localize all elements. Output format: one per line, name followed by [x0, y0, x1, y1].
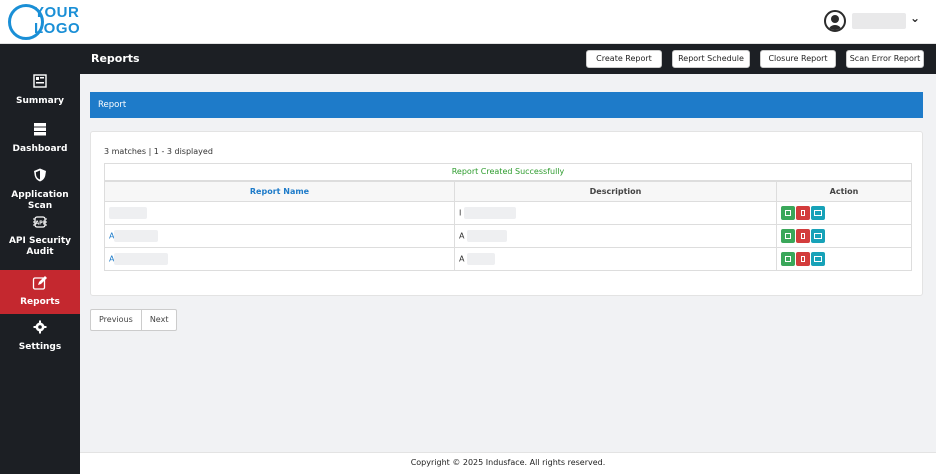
edit-icon[interactable]: [781, 252, 795, 266]
sidebar-item-reports[interactable]: Reports: [0, 270, 80, 314]
redacted-text: [467, 253, 496, 265]
sidebar-item-label: Application Scan: [11, 190, 69, 211]
footer-copyright: Copyright © 2025 Indusface. All rights r…: [80, 452, 936, 474]
page-title: Reports: [91, 52, 140, 65]
redacted-text: [114, 230, 159, 242]
results-count: 3 matches | 1 - 3 displayed: [104, 147, 213, 156]
user-avatar-icon[interactable]: [824, 10, 846, 32]
description-text: I: [459, 208, 462, 218]
sidebar-item-label: API Security Audit: [8, 236, 72, 257]
redacted-text: [114, 253, 169, 265]
reports-table: Report Name Description Action I A A A A: [104, 181, 912, 271]
description-cell: I: [454, 201, 777, 225]
top-bar: YOUR LOGO ⌄: [0, 0, 936, 44]
redacted-text: [463, 207, 516, 219]
description-text: A: [459, 254, 465, 264]
api-icon: API: [0, 214, 80, 232]
sidebar-item-settings[interactable]: Settings: [0, 320, 80, 360]
sidebar-item-application-scan[interactable]: Application Scan: [0, 168, 80, 211]
edit-icon[interactable]: [781, 229, 795, 243]
description-cell: A: [454, 224, 777, 248]
column-header-action: Action: [776, 181, 912, 202]
sidebar-item-label: Summary: [15, 96, 65, 106]
view-icon[interactable]: [811, 252, 825, 266]
sidebar: Summary Dashboard Application Scan API A…: [0, 44, 80, 474]
chevron-down-icon[interactable]: ⌄: [910, 11, 920, 25]
report-name-cell[interactable]: A: [104, 247, 455, 271]
redacted-text: [109, 207, 147, 219]
pagination: Previous Next: [90, 309, 178, 331]
action-cell: [776, 201, 912, 225]
user-name-redacted: [852, 13, 906, 29]
create-report-button[interactable]: Create Report: [586, 50, 662, 68]
column-header-report-name[interactable]: Report Name: [104, 181, 455, 202]
table-row: A A: [104, 247, 912, 271]
description-cell: A: [454, 247, 777, 271]
logo-text: YOUR LOGO: [34, 4, 81, 37]
logo[interactable]: YOUR LOGO: [8, 4, 108, 40]
column-header-description: Description: [454, 181, 777, 202]
next-page-button[interactable]: Next: [140, 310, 177, 330]
sidebar-item-label: Settings: [18, 342, 62, 352]
trash-icon[interactable]: [796, 206, 810, 220]
dashboard-icon: [0, 122, 80, 140]
action-cell: [776, 224, 912, 248]
view-icon[interactable]: [811, 229, 825, 243]
summary-icon: [0, 74, 80, 92]
report-schedule-button[interactable]: Report Schedule: [672, 50, 750, 68]
shield-icon: [0, 168, 80, 186]
closure-report-button[interactable]: Closure Report: [760, 50, 836, 68]
sidebar-item-api-security-audit[interactable]: API API Security Audit: [0, 214, 80, 262]
report-name-cell[interactable]: A: [104, 224, 455, 248]
user-menu[interactable]: ⌄: [824, 10, 924, 34]
sidebar-item-label: Reports: [20, 297, 60, 307]
gear-icon: [0, 320, 80, 338]
redacted-text: [467, 230, 508, 242]
table-row: I: [104, 201, 912, 225]
page-header: Reports Create Report Report Schedule Cl…: [80, 44, 936, 74]
sidebar-item-dashboard[interactable]: Dashboard: [0, 122, 80, 162]
sidebar-item-summary[interactable]: Summary: [0, 74, 80, 114]
previous-page-button[interactable]: Previous: [91, 310, 141, 330]
svg-text:API: API: [35, 221, 45, 227]
report-name-cell[interactable]: [104, 201, 455, 225]
description-text: A: [459, 231, 465, 241]
scan-error-report-button[interactable]: Scan Error Report: [846, 50, 924, 68]
trash-icon[interactable]: [796, 229, 810, 243]
report-section-label: Report: [98, 100, 127, 110]
sidebar-item-label: Dashboard: [12, 144, 68, 154]
report-card: 3 matches | 1 - 3 displayed Report Creat…: [90, 131, 923, 296]
trash-icon[interactable]: [796, 252, 810, 266]
action-cell: [776, 247, 912, 271]
success-message: Report Created Successfully: [104, 163, 912, 181]
view-icon[interactable]: [811, 206, 825, 220]
table-row: A A: [104, 224, 912, 248]
table-header-row: Report Name Description Action: [104, 181, 912, 202]
report-section-header: Report: [90, 92, 923, 118]
edit-icon: [0, 275, 80, 293]
edit-icon[interactable]: [781, 206, 795, 220]
